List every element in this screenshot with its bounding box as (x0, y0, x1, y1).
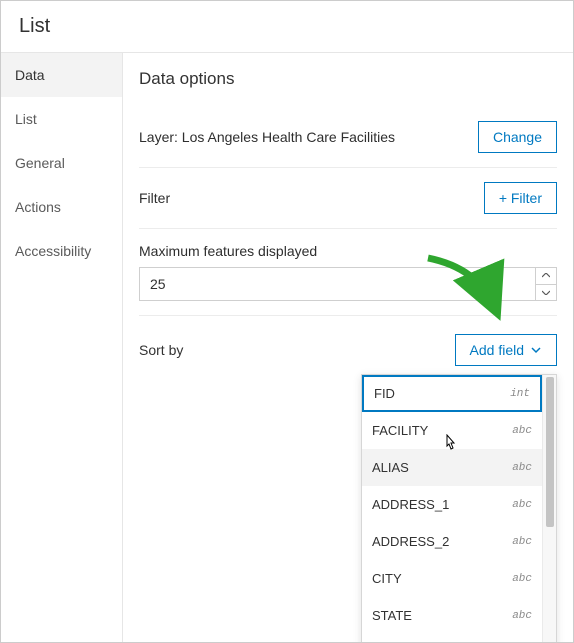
chevron-down-icon (530, 344, 542, 356)
sort-by-label: Sort by (139, 342, 183, 358)
sidebar-item-label: List (15, 111, 37, 127)
sort-by-dropdown-anchor: Add field FID int FACILITY (455, 334, 557, 366)
layer-row: Layer: Los Angeles Health Care Facilitie… (139, 107, 557, 168)
dropdown-item-city[interactable]: CITY abc (362, 560, 542, 597)
add-filter-button[interactable]: + Filter (484, 182, 557, 214)
sidebar-item-label: Data (15, 67, 45, 83)
config-window: List Data List General Actions Accessibi… (0, 0, 574, 643)
field-name: ADDRESS_1 (372, 497, 449, 512)
field-dropdown: FID int FACILITY abc ALIAS abc (361, 374, 557, 642)
dropdown-scrollbar[interactable] (542, 375, 556, 642)
sidebar-item-label: Actions (15, 199, 61, 215)
dropdown-item-address2[interactable]: ADDRESS_2 abc (362, 523, 542, 560)
panel-title: Data options (139, 69, 557, 89)
dropdown-list: FID int FACILITY abc ALIAS abc (362, 375, 542, 642)
max-features-stepper (139, 267, 557, 301)
dropdown-item-fid[interactable]: FID int (362, 375, 542, 412)
field-name: CITY (372, 571, 402, 586)
field-type: int (510, 388, 530, 400)
add-field-button[interactable]: Add field (455, 334, 557, 366)
body: Data List General Actions Accessibility … (1, 53, 573, 642)
chevron-down-icon (542, 290, 550, 295)
dropdown-item-alias[interactable]: ALIAS abc (362, 449, 542, 486)
layer-label: Layer: Los Angeles Health Care Facilitie… (139, 129, 395, 145)
button-label: Change (493, 129, 542, 145)
sidebar-item-list[interactable]: List (1, 97, 122, 141)
field-name: STATE (372, 608, 412, 623)
dropdown-list-wrap: FID int FACILITY abc ALIAS abc (362, 375, 556, 642)
button-label: Add field (470, 342, 524, 358)
field-type: abc (512, 536, 532, 548)
window-title: List (19, 15, 50, 37)
field-name: ADDRESS_2 (372, 534, 449, 549)
step-down-button[interactable] (536, 285, 556, 301)
filter-row: Filter + Filter (139, 168, 557, 229)
sort-by-row: Sort by Add field FID int (139, 316, 557, 380)
max-features-label: Maximum features displayed (139, 243, 557, 259)
sidebar-item-data[interactable]: Data (1, 53, 122, 97)
dropdown-item-address1[interactable]: ADDRESS_1 abc (362, 486, 542, 523)
dropdown-item-state[interactable]: STATE abc (362, 597, 542, 634)
field-name: ALIAS (372, 460, 409, 475)
button-label: + Filter (499, 190, 542, 206)
dropdown-item-zip[interactable]: ZIP_CODE int (362, 634, 542, 642)
sidebar-item-accessibility[interactable]: Accessibility (1, 229, 122, 273)
sidebar-item-label: General (15, 155, 65, 171)
field-type: abc (512, 462, 532, 474)
field-type: abc (512, 610, 532, 622)
filter-label: Filter (139, 190, 170, 206)
chevron-up-icon (542, 273, 550, 278)
sidebar-item-general[interactable]: General (1, 141, 122, 185)
scroll-thumb[interactable] (546, 377, 554, 527)
field-name: FACILITY (372, 423, 428, 438)
change-layer-button[interactable]: Change (478, 121, 557, 153)
sidebar: Data List General Actions Accessibility (1, 53, 123, 642)
window-header: List (1, 1, 573, 53)
dropdown-item-facility[interactable]: FACILITY abc (362, 412, 542, 449)
field-name: FID (374, 386, 395, 401)
field-type: abc (512, 499, 532, 511)
sidebar-item-actions[interactable]: Actions (1, 185, 122, 229)
field-type: abc (512, 573, 532, 585)
step-up-button[interactable] (536, 268, 556, 285)
max-features-block: Maximum features displayed (139, 229, 557, 316)
field-type: abc (512, 425, 532, 437)
stepper-arrows (535, 267, 557, 301)
max-features-input[interactable] (139, 267, 535, 301)
main-panel: Data options Layer: Los Angeles Health C… (123, 53, 573, 642)
sidebar-item-label: Accessibility (15, 243, 91, 259)
